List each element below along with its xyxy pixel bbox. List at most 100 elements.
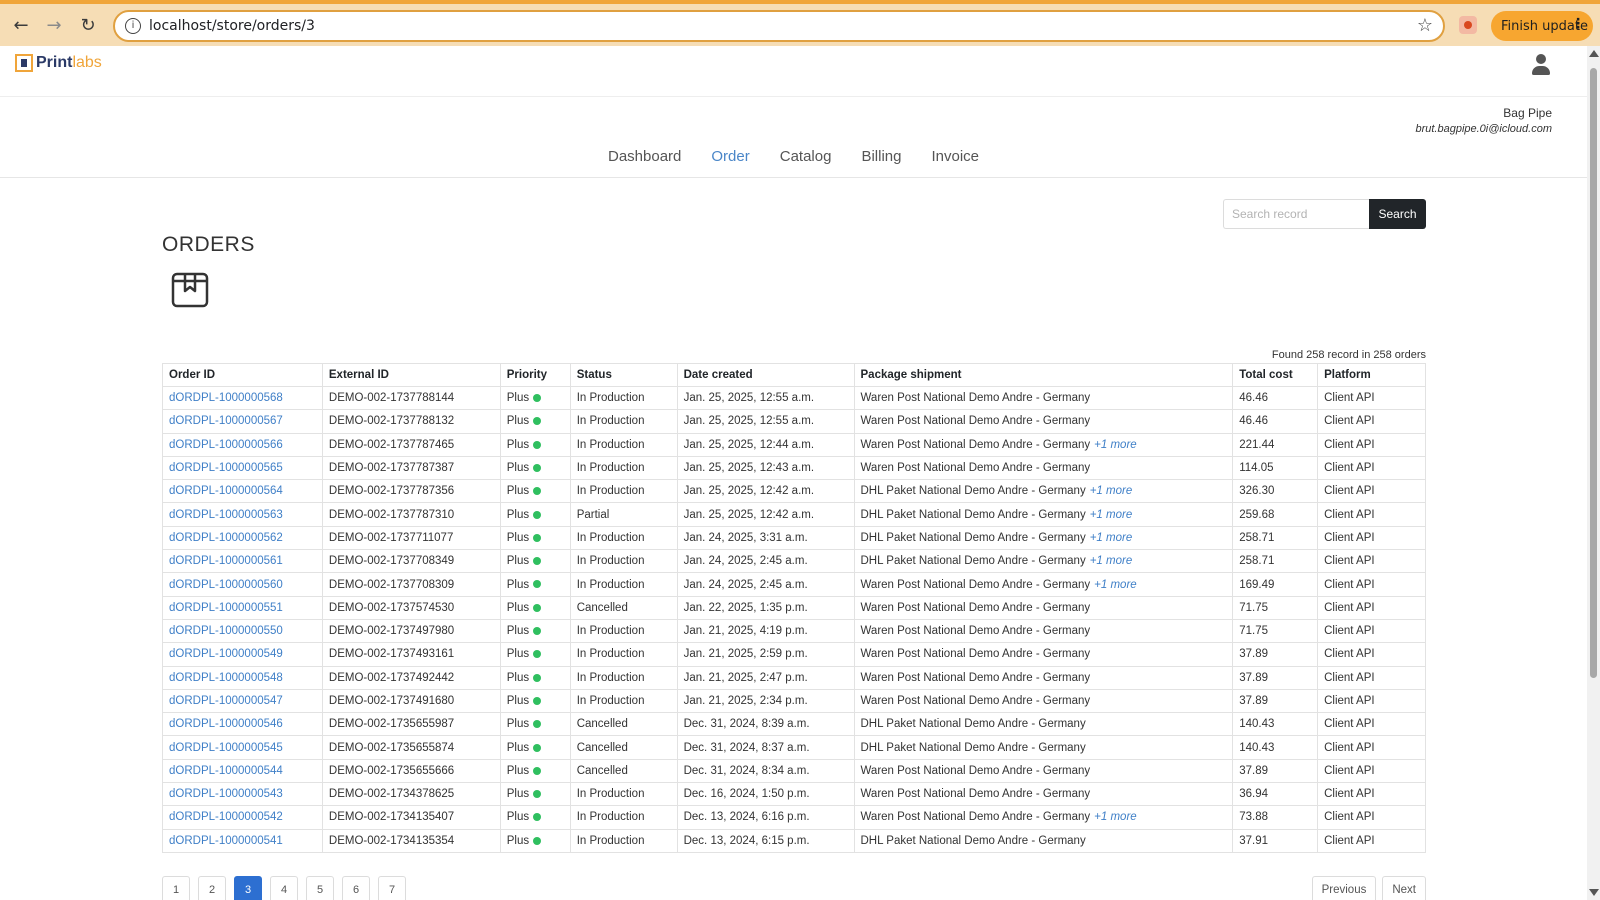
table-row: dORDPL-1000000564 DEMO-002-1737787356 Plus…	[162, 479, 1426, 504]
more-shipments-link[interactable]: +1 more	[1094, 579, 1137, 591]
url-text[interactable]: localhost/store/orders/3	[149, 18, 315, 34]
previous-button[interactable]: Previous	[1311, 876, 1377, 900]
external-id-cell: DEMO-002-1737708349	[321, 549, 501, 574]
col-package-shipment[interactable]: Package shipment	[853, 363, 1234, 387]
order-id-cell: dORDPL-1000000560	[162, 572, 323, 597]
priority-status-dot-icon	[533, 580, 542, 589]
more-menu-icon[interactable]: ⋮	[1571, 16, 1585, 32]
col-total-cost[interactable]: Total cost	[1232, 363, 1319, 387]
scroll-down-arrow-icon[interactable]	[1589, 889, 1599, 896]
total-cost-cell: 36.94	[1232, 782, 1319, 807]
priority-status-dot-icon	[533, 650, 542, 659]
order-id-link[interactable]: dORDPL-1000000547	[169, 695, 283, 707]
more-shipments-link[interactable]: +1 more	[1094, 811, 1137, 823]
order-id-link[interactable]: dORDPL-1000000551	[169, 602, 283, 614]
package-shipment-cell: Waren Post National Demo Andre - Germany	[853, 642, 1234, 667]
bookmark-star-icon[interactable]: ☆	[1417, 15, 1433, 36]
order-id-link[interactable]: dORDPL-1000000564	[169, 485, 283, 497]
page-button-1[interactable]: 1	[162, 876, 190, 900]
nav-catalog[interactable]: Catalog	[765, 148, 847, 165]
more-shipments-link[interactable]: +1 more	[1090, 509, 1133, 521]
col-platform[interactable]: Platform	[1317, 363, 1426, 387]
nav-invoice[interactable]: Invoice	[916, 148, 994, 165]
priority-status-dot-icon	[533, 557, 542, 566]
order-id-link[interactable]: dORDPL-1000000543	[169, 788, 283, 800]
page-button-2[interactable]: 2	[198, 876, 226, 900]
priority-cell: Plus	[499, 782, 571, 807]
platform-cell: Client API	[1317, 525, 1426, 551]
order-id-link[interactable]: dORDPL-1000000541	[169, 835, 283, 847]
status-cell: In Production	[569, 782, 678, 807]
order-id-link[interactable]: dORDPL-1000000563	[169, 509, 283, 521]
platform-cell: Client API	[1317, 712, 1426, 737]
col-order-id[interactable]: Order ID	[162, 363, 323, 387]
more-shipments-link[interactable]: +1 more	[1090, 485, 1133, 497]
forward-icon[interactable]: →	[41, 12, 67, 38]
platform-cell: Client API	[1317, 455, 1426, 481]
order-id-link[interactable]: dORDPL-1000000546	[169, 718, 283, 730]
shipment-text: Waren Post National Demo Andre - Germany	[860, 648, 1091, 661]
order-id-link[interactable]: dORDPL-1000000544	[169, 765, 283, 777]
more-shipments-link[interactable]: +1 more	[1094, 439, 1137, 451]
order-id-cell: dORDPL-1000000565	[162, 455, 323, 481]
date-created-cell: Jan. 24, 2025, 2:45 a.m.	[676, 572, 855, 597]
order-id-link[interactable]: dORDPL-1000000568	[169, 392, 283, 404]
user-avatar-icon[interactable]	[1530, 54, 1552, 78]
scrollbar[interactable]	[1587, 46, 1600, 900]
status-cell: In Production	[569, 432, 678, 457]
platform-cell: Client API	[1317, 385, 1426, 411]
reload-icon[interactable]: ↻	[75, 12, 101, 38]
page-button-4[interactable]: 4	[270, 876, 298, 900]
page-button-7[interactable]: 7	[378, 876, 406, 900]
order-id-link[interactable]: dORDPL-1000000548	[169, 672, 283, 684]
page-button-5[interactable]: 5	[306, 876, 334, 900]
col-external-id[interactable]: External ID	[321, 363, 501, 387]
order-id-cell: dORDPL-1000000542	[162, 805, 323, 830]
order-id-link[interactable]: dORDPL-1000000560	[169, 579, 283, 591]
total-cost-cell: 71.75	[1232, 595, 1319, 620]
priority-label: Plus	[506, 788, 530, 801]
date-created-cell: Jan. 24, 2025, 3:31 a.m.	[676, 525, 855, 551]
order-id-link[interactable]: dORDPL-1000000566	[169, 439, 283, 451]
date-created-cell: Jan. 24, 2025, 2:45 a.m.	[676, 549, 855, 574]
external-id-cell: DEMO-002-1737497980	[321, 618, 501, 644]
order-id-link[interactable]: dORDPL-1000000550	[169, 625, 283, 637]
nav-billing[interactable]: Billing	[846, 148, 916, 165]
order-id-link[interactable]: dORDPL-1000000562	[169, 532, 283, 544]
logo[interactable]: Print labs	[15, 54, 102, 72]
order-id-link[interactable]: dORDPL-1000000542	[169, 811, 283, 823]
order-id-link[interactable]: dORDPL-1000000545	[169, 742, 283, 754]
shipment-text: Waren Post National Demo Andre - Germany	[860, 438, 1091, 451]
finish-update-button[interactable]: Finish update ⋮	[1491, 11, 1593, 41]
order-id-link[interactable]: dORDPL-1000000561	[169, 555, 283, 567]
more-shipments-link[interactable]: +1 more	[1090, 532, 1133, 544]
shipment-text: Waren Post National Demo Andre - Germany	[860, 392, 1091, 405]
priority-label: Plus	[506, 834, 530, 847]
scroll-up-arrow-icon[interactable]	[1589, 50, 1599, 57]
shipment-text: Waren Post National Demo Andre - Germany	[860, 788, 1091, 801]
order-id-link[interactable]: dORDPL-1000000567	[169, 415, 283, 427]
site-info-icon[interactable]: i	[125, 18, 141, 34]
order-id-link[interactable]: dORDPL-1000000549	[169, 648, 283, 660]
more-shipments-link[interactable]: +1 more	[1090, 555, 1133, 567]
col-date-created[interactable]: Date created	[676, 363, 855, 387]
page-button-6[interactable]: 6	[342, 876, 370, 900]
extension-icon[interactable]	[1459, 16, 1477, 34]
nav-order[interactable]: Order	[696, 148, 764, 165]
col-priority[interactable]: Priority	[499, 363, 571, 387]
order-id-cell: dORDPL-1000000567	[162, 409, 323, 434]
scroll-thumb[interactable]	[1590, 68, 1597, 678]
search-input[interactable]	[1223, 199, 1369, 229]
back-icon[interactable]: ←	[8, 12, 34, 38]
nav-dashboard[interactable]: Dashboard	[593, 148, 696, 165]
total-cost-cell: 37.89	[1232, 688, 1319, 714]
col-status[interactable]: Status	[569, 363, 678, 387]
page-button-3[interactable]: 3	[234, 876, 262, 900]
status-cell: In Production	[569, 828, 678, 853]
search-button[interactable]: Search	[1369, 199, 1426, 229]
address-bar[interactable]: i localhost/store/orders/3 ☆	[113, 10, 1445, 42]
priority-cell: Plus	[499, 595, 571, 620]
next-button[interactable]: Next	[1382, 876, 1426, 900]
order-id-link[interactable]: dORDPL-1000000565	[169, 462, 283, 474]
shipment-text: Waren Post National Demo Andre - Germany	[860, 671, 1091, 684]
